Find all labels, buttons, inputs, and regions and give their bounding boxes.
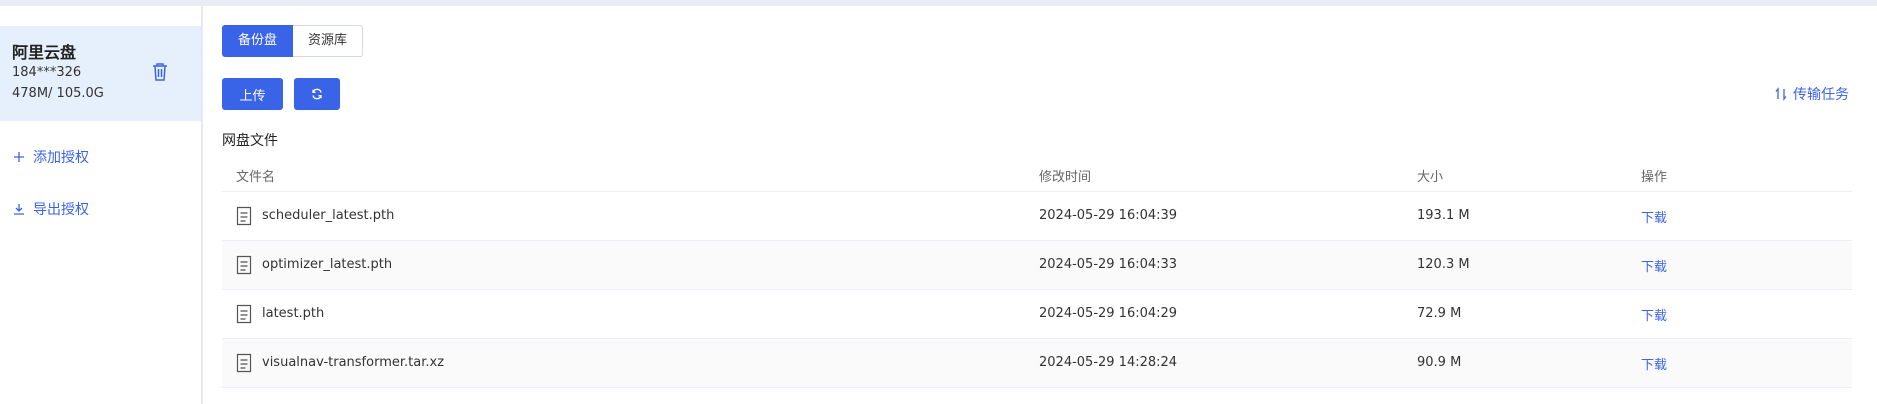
add-auth-label: 添加授权 <box>33 150 89 166</box>
file-time: 2024-05-29 14:28:24 <box>1039 355 1178 370</box>
section-title: 网盘文件 <box>222 133 278 149</box>
download-link[interactable]: 下载 <box>1641 256 1667 275</box>
header-size: 大小 <box>1417 170 1444 185</box>
plus-icon <box>14 152 24 162</box>
file-name[interactable]: latest.pth <box>262 306 324 321</box>
table-row[interactable]: scheduler_latest.pth 2024-05-29 16:04:39… <box>222 192 1852 241</box>
header-operation: 操作 <box>1641 170 1668 185</box>
tab-resource-library[interactable]: 资源库 <box>293 25 364 57</box>
account-name: 阿里云盘 <box>12 43 77 62</box>
add-auth-link[interactable]: 添加授权 <box>12 147 89 167</box>
file-icon <box>236 255 252 275</box>
download-link[interactable]: 下载 <box>1641 207 1667 226</box>
file-size: 72.9 M <box>1417 306 1462 321</box>
transfer-tasks-link[interactable]: 传输任务 <box>1774 84 1849 104</box>
file-name[interactable]: optimizer_latest.pth <box>262 257 392 272</box>
file-icon <box>236 304 252 324</box>
download-icon <box>14 204 24 215</box>
table-row[interactable]: optimizer_latest.pth 2024-05-29 16:04:33… <box>222 241 1852 290</box>
tab-backup-disk[interactable]: 备份盘 <box>222 25 294 57</box>
refresh-icon <box>312 88 322 100</box>
refresh-button[interactable] <box>294 78 340 110</box>
file-name[interactable]: visualnav-transformer.tar.xz <box>262 355 444 370</box>
table-row[interactable]: visualnav-transformer.tar.xz 2024-05-29 … <box>222 339 1852 388</box>
upload-button[interactable]: 上传 <box>222 78 283 110</box>
main-panel: 备份盘 资源库 上传 传输任务 网盘文件 文件名 修改时间 大小 操作 sche… <box>203 6 1877 404</box>
account-uid: 184***326 <box>12 65 82 80</box>
file-time: 2024-05-29 16:04:29 <box>1039 306 1178 321</box>
file-time: 2024-05-29 16:04:33 <box>1039 257 1178 272</box>
file-size: 193.1 M <box>1417 208 1470 223</box>
transfer-icon <box>1775 87 1787 101</box>
sidebar: 阿里云盘 184***326 478M/ 105.0G 添加授权 导出授权 <box>0 6 202 404</box>
disk-tabs: 备份盘 资源库 <box>222 25 364 57</box>
table-row[interactable]: latest.pth 2024-05-29 16:04:29 72.9 M 下载 <box>222 290 1852 339</box>
account-card[interactable]: 阿里云盘 184***326 478M/ 105.0G <box>0 26 201 121</box>
account-quota: 478M/ 105.0G <box>12 86 104 101</box>
file-name[interactable]: scheduler_latest.pth <box>262 208 394 223</box>
export-auth-label: 导出授权 <box>33 202 89 218</box>
trash-icon[interactable] <box>151 62 169 82</box>
file-icon <box>236 206 252 226</box>
file-time: 2024-05-29 16:04:39 <box>1039 208 1178 223</box>
download-link[interactable]: 下载 <box>1641 305 1667 324</box>
header-time: 修改时间 <box>1039 170 1092 185</box>
table-header: 文件名 修改时间 大小 操作 <box>222 158 1852 192</box>
file-size: 90.9 M <box>1417 355 1462 370</box>
header-name: 文件名 <box>236 170 276 185</box>
file-table: 文件名 修改时间 大小 操作 scheduler_latest.pth 2024… <box>222 158 1852 388</box>
file-icon <box>236 353 252 373</box>
file-size: 120.3 M <box>1417 257 1470 272</box>
export-auth-link[interactable]: 导出授权 <box>12 199 89 219</box>
download-link[interactable]: 下载 <box>1641 354 1667 373</box>
transfer-tasks-label: 传输任务 <box>1793 87 1849 103</box>
